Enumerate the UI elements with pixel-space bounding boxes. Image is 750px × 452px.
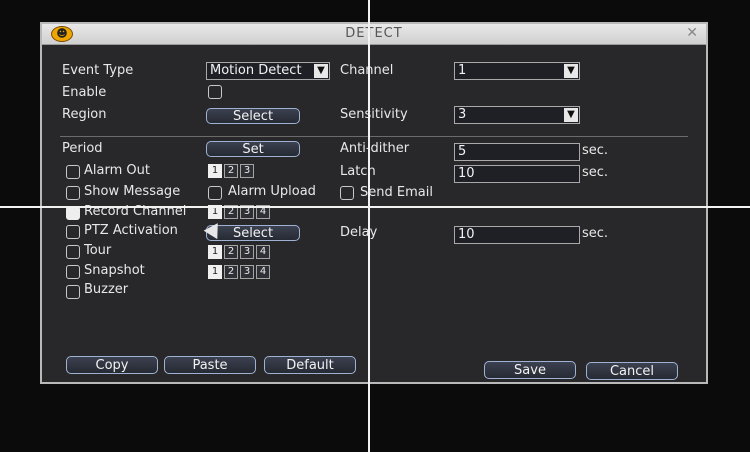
tour-channel-1[interactable]: 1 <box>208 245 222 259</box>
snapshot-channel-4[interactable]: 4 <box>256 265 270 279</box>
period-set-button[interactable]: Set <box>206 141 300 157</box>
event-type-label: Event Type <box>62 63 134 78</box>
snapshot-checkbox[interactable] <box>66 265 80 279</box>
period-label: Period <box>62 141 103 156</box>
ptz-activation-checkbox[interactable] <box>66 225 80 239</box>
close-icon[interactable]: ✕ <box>686 25 698 41</box>
anti-dither-unit: sec. <box>582 143 609 158</box>
send-email-label: Send Email <box>360 185 433 200</box>
paste-button[interactable]: Paste <box>164 356 256 374</box>
alarm-out-channel-1[interactable]: 1 <box>208 164 222 178</box>
alarm-out-channel-2[interactable]: 2 <box>224 164 238 178</box>
snapshot-channels: 1 2 3 4 <box>208 265 270 281</box>
copy-button[interactable]: Copy <box>66 356 158 374</box>
tour-label: Tour <box>84 243 112 258</box>
alarm-upload-checkbox[interactable] <box>208 186 222 200</box>
ptz-activation-label: PTZ Activation <box>84 223 178 238</box>
event-type-dropdown[interactable]: Motion Detect ▼ <box>206 62 330 80</box>
buzzer-checkbox[interactable] <box>66 285 80 299</box>
cancel-button[interactable]: Cancel <box>586 362 678 380</box>
tour-channels: 1 2 3 4 <box>208 245 270 261</box>
event-type-value: Motion Detect <box>210 63 302 78</box>
detect-dialog: ☻ DETECT ✕ Event Type Enable Region Peri… <box>40 22 708 384</box>
sensitivity-label: Sensitivity <box>340 107 408 122</box>
tour-checkbox[interactable] <box>66 245 80 259</box>
snapshot-channel-2[interactable]: 2 <box>224 265 238 279</box>
record-channel-checkbox[interactable] <box>66 206 80 220</box>
video-overlay-vertical-line <box>368 0 370 452</box>
delay-input[interactable]: 10 <box>454 226 580 244</box>
sensitivity-dropdown[interactable]: 3 ▼ <box>454 106 580 124</box>
alarm-out-channels: 1 2 3 <box>208 164 254 180</box>
latch-unit: sec. <box>582 165 609 180</box>
enable-checkbox[interactable] <box>208 85 222 99</box>
show-message-checkbox[interactable] <box>66 186 80 200</box>
chevron-down-icon: ▼ <box>314 64 328 78</box>
dialog-title-bar[interactable]: ☻ DETECT ✕ <box>42 24 706 45</box>
chevron-down-icon: ▼ <box>564 64 578 78</box>
snapshot-channel-3[interactable]: 3 <box>240 265 254 279</box>
tour-channel-4[interactable]: 4 <box>256 245 270 259</box>
alarm-out-checkbox[interactable] <box>66 165 80 179</box>
sensitivity-value: 3 <box>458 107 467 122</box>
tour-channel-2[interactable]: 2 <box>224 245 238 259</box>
delay-label: Delay <box>340 225 378 240</box>
anti-dither-input[interactable]: 5 <box>454 143 580 161</box>
save-button[interactable]: Save <box>484 361 576 379</box>
alarm-upload-label: Alarm Upload <box>228 184 316 199</box>
enable-label: Enable <box>62 85 107 100</box>
region-select-button[interactable]: Select <box>206 108 300 124</box>
tour-channel-3[interactable]: 3 <box>240 245 254 259</box>
alarm-out-channel-3[interactable]: 3 <box>240 164 254 178</box>
latch-input[interactable]: 10 <box>454 165 580 183</box>
latch-label: Latch <box>340 164 376 179</box>
region-label: Region <box>62 107 107 122</box>
channel-dropdown[interactable]: 1 ▼ <box>454 62 580 80</box>
channel-label: Channel <box>340 63 394 78</box>
delay-unit: sec. <box>582 226 609 241</box>
dialog-title: DETECT <box>345 26 403 41</box>
video-overlay-horizontal-line <box>0 206 750 208</box>
snapshot-label: Snapshot <box>84 263 145 278</box>
anti-dither-label: Anti-dither <box>340 141 410 156</box>
default-button[interactable]: Default <box>264 356 356 374</box>
section-divider <box>60 136 688 137</box>
send-email-checkbox[interactable] <box>340 186 354 200</box>
channel-value: 1 <box>458 63 467 78</box>
buzzer-label: Buzzer <box>84 282 129 297</box>
show-message-label: Show Message <box>84 184 181 199</box>
snapshot-channel-1[interactable]: 1 <box>208 265 222 279</box>
alarm-out-label: Alarm Out <box>84 163 150 178</box>
chevron-down-icon: ▼ <box>564 108 578 122</box>
